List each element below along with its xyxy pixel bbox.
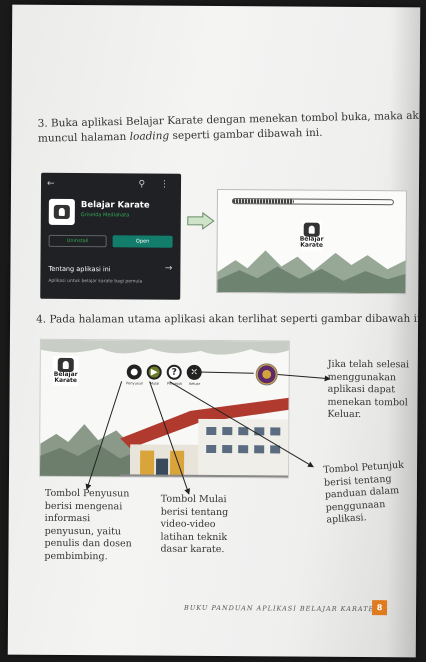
loading-progress-fill xyxy=(232,199,294,204)
step3-line2-post: seperti gambar dibawah ini. xyxy=(169,126,323,143)
search-icon: ⚲ ⋮ xyxy=(138,179,176,190)
university-emblem-icon xyxy=(255,363,278,386)
store-topbar: ← ⚲ ⋮ xyxy=(47,179,175,192)
karate-logo-icon xyxy=(53,204,70,219)
callout-mulai-line: dasar karate. xyxy=(160,543,225,556)
arrow-left-icon: ← xyxy=(46,178,55,189)
step4-paragraph: 4. Pada halaman utama aplikasi akan terl… xyxy=(36,312,421,326)
callout-mulai-line: berisi tentang xyxy=(160,506,229,518)
question-icon[interactable]: ? xyxy=(166,364,182,380)
callout-mulai: Tombol Mulai berisi tentang video-video … xyxy=(160,494,260,557)
karate-logo-icon xyxy=(57,357,74,373)
callout-keluar-line: Jika telah selesai xyxy=(327,358,410,371)
store-app-title: Belajar Karate xyxy=(80,200,150,211)
callout-penyusun: Tombol Penyusun berisi mengenai informas… xyxy=(44,488,145,564)
main-app-screen: Belajar Karate ● Penyusun ▶ Mulai ? Petu… xyxy=(38,338,290,479)
main-logo-line2: Karate xyxy=(54,376,78,385)
arrow-right-icon xyxy=(187,211,215,230)
close-icon[interactable]: ✕ xyxy=(186,364,202,380)
loading-screen: Belajar Karate xyxy=(216,189,407,295)
karate-logo-icon xyxy=(303,222,320,237)
uninstall-button: Uninstall xyxy=(48,234,107,248)
step3-line2-em: loading xyxy=(129,130,170,143)
store-developer: Griselda Mediahata xyxy=(80,212,130,219)
loading-progress-bar xyxy=(231,198,394,206)
person-icon[interactable]: ● xyxy=(126,364,142,380)
callout-penyusun-line: penulis dan dosen xyxy=(44,537,132,550)
store-about-desc: Aplikasi untuk belajar karate bagi pemul… xyxy=(48,278,143,285)
callout-keluar-line: menggunakan xyxy=(327,371,397,383)
callout-mulai-line: video-video xyxy=(160,518,216,531)
callout-mulai-line: latihan teknik xyxy=(160,531,228,543)
callout-keluar: Jika telah selesai menggunakan aplikasi … xyxy=(327,359,411,422)
callout-penyusun-line: berisi mengenai xyxy=(44,500,123,512)
main-logo: Belajar Karate xyxy=(52,355,79,387)
mountains-illustration xyxy=(217,250,407,294)
page-number: 8 xyxy=(372,600,388,616)
callout-keluar-line: Keluar. xyxy=(327,408,362,421)
keluar-caption: Keluar xyxy=(189,381,201,386)
page-footer: BUKU PANDUAN APLIKASI BELAJAR KARATE xyxy=(184,603,375,614)
store-about-label: Tentang aplikasi ini xyxy=(48,264,111,274)
callout-penyusun-line: penyusun, yaitu xyxy=(44,525,122,537)
callout-keluar-line: aplikasi dapat xyxy=(327,383,396,396)
campus-building-illustration xyxy=(119,397,290,479)
callout-petunjuk: Tombol Petunjuk berisi tentang panduan d… xyxy=(323,459,411,527)
play-icon[interactable]: ▶ xyxy=(146,364,162,380)
step3-line2-pre: muncul halaman xyxy=(37,130,130,145)
document-page: 3. Buka aplikasi Belajar Karate dengan m… xyxy=(7,4,421,658)
app-icon xyxy=(48,198,75,226)
callout-mulai-line: Tombol Mulai xyxy=(160,493,227,506)
callout-keluar-line: menekan tombol xyxy=(327,396,408,408)
callout-penyusun-line: informasi xyxy=(44,512,91,525)
callout-penyusun-line: pembimbing. xyxy=(44,550,108,562)
play-store-screenshot: ← ⚲ ⋮ Belajar Karate Griselda Mediahata … xyxy=(40,172,182,300)
arrow-right-icon: → xyxy=(164,263,173,274)
open-button: Open xyxy=(112,235,173,248)
step3-paragraph: 3. Buka aplikasi Belajar Karate dengan m… xyxy=(37,109,421,147)
callout-penyusun-line: Tombol Penyusun xyxy=(44,487,130,500)
